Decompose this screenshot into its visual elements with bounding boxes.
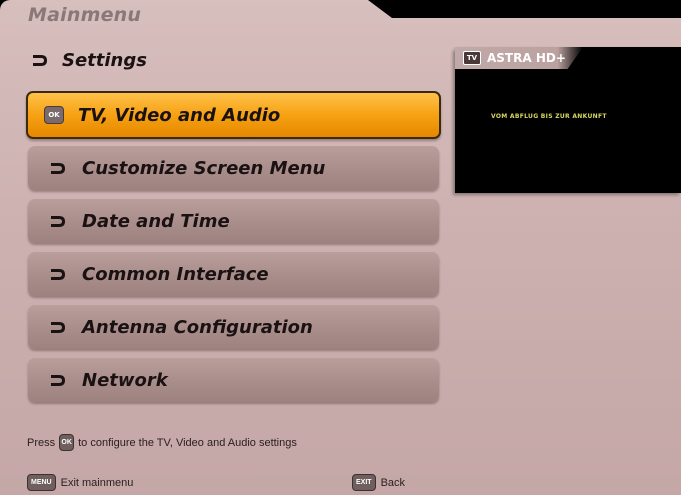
arrow-right-icon: [51, 268, 65, 280]
program-text: VOM ABFLUG BIS ZUR ANKUNFT: [491, 113, 607, 120]
exit-mainmenu-button[interactable]: MENU Exit mainmenu: [27, 474, 133, 491]
arrow-right-icon: [33, 54, 47, 66]
arrow-right-icon: [51, 374, 65, 386]
menu-item-date-and-time[interactable]: Date and Time: [28, 199, 439, 243]
menu-title: Mainmenu: [28, 4, 142, 26]
tv-preview: TV ASTRA HD+ VOM ABFLUG BIS ZUR ANKUNFT: [455, 47, 681, 193]
arrow-right-icon: [51, 215, 65, 227]
menu-item-label: Date and Time: [82, 210, 230, 232]
menu-item-antenna-configuration[interactable]: Antenna Configuration: [28, 305, 439, 349]
settings-panel: Mainmenu Settings OK TV, Video and Audio…: [0, 0, 681, 495]
ok-key-icon: OK: [44, 106, 64, 124]
hint-prefix: Press: [27, 436, 56, 449]
ok-key-icon: OK: [59, 434, 75, 451]
menu-item-label: Customize Screen Menu: [82, 157, 326, 179]
preview-header: TV ASTRA HD+: [455, 47, 583, 69]
page-title: Settings: [62, 49, 147, 71]
menu-item-label: Common Interface: [82, 263, 269, 285]
menu-item-network[interactable]: Network: [28, 358, 439, 402]
arrow-right-icon: [51, 321, 65, 333]
menu-key-icon: MENU: [27, 474, 56, 491]
exit-mainmenu-label: Exit mainmenu: [60, 476, 134, 489]
help-text: Press OK to configure the TV, Video and …: [27, 434, 297, 451]
back-label: Back: [380, 476, 406, 489]
menu-item-label: Network: [82, 369, 168, 391]
menu-item-tv-video-audio[interactable]: OK TV, Video and Audio: [26, 91, 441, 139]
menu-item-customize-screen-menu[interactable]: Customize Screen Menu: [28, 146, 439, 190]
breadcrumb: Settings: [30, 46, 147, 74]
menu-item-label: Antenna Configuration: [82, 316, 313, 338]
channel-name: ASTRA HD+: [487, 51, 566, 65]
hint-suffix: to configure the TV, Video and Audio set…: [78, 436, 297, 449]
back-button[interactable]: EXIT Back: [352, 474, 405, 491]
arrow-right-icon: [51, 162, 65, 174]
menu-item-label: TV, Video and Audio: [78, 104, 281, 126]
tv-icon: TV: [463, 51, 481, 65]
menu-item-common-interface[interactable]: Common Interface: [28, 252, 439, 296]
exit-key-icon: EXIT: [352, 474, 376, 491]
